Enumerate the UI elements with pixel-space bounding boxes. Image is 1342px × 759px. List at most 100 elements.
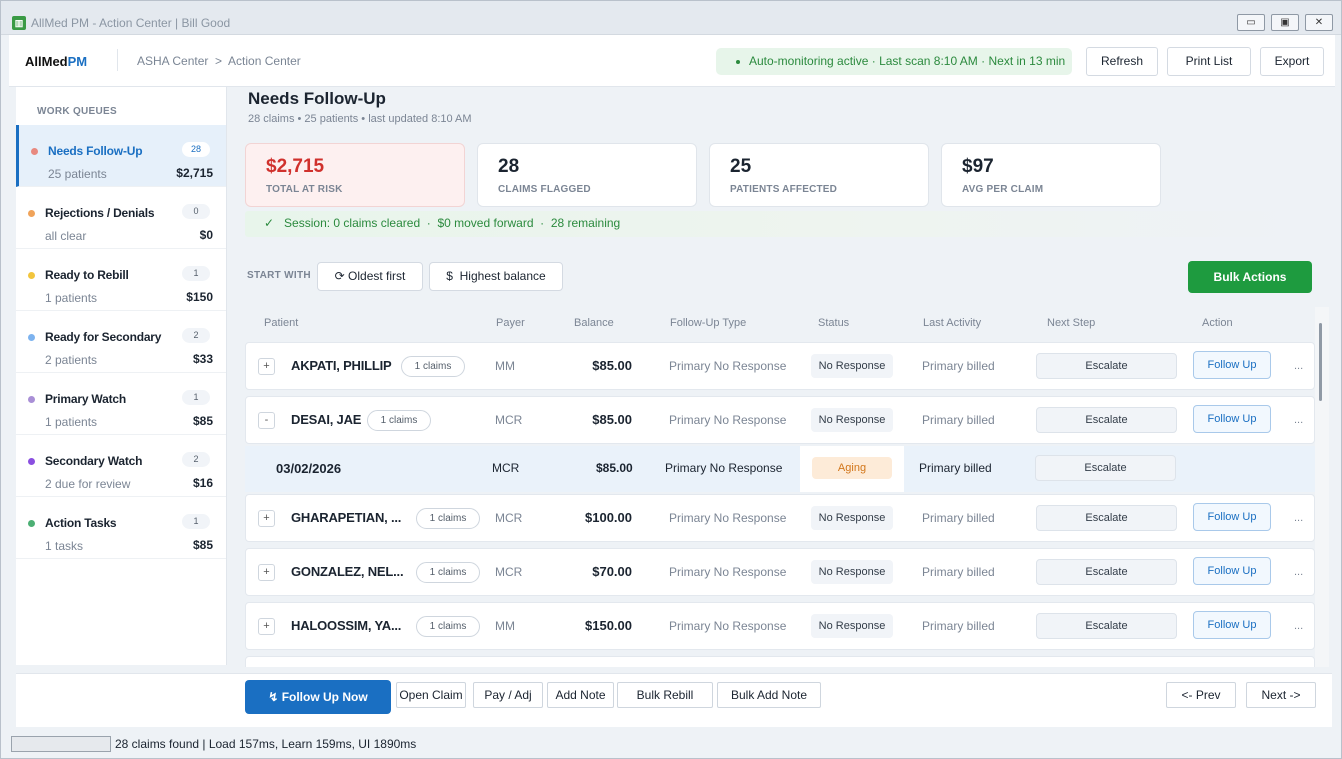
follow-up-now-button[interactable]: ↯ Follow Up Now xyxy=(245,680,391,714)
queue-item[interactable]: Action Tasks 1 tasks 1 $85 xyxy=(16,497,226,559)
export-button[interactable]: Export xyxy=(1260,47,1324,76)
patient-name[interactable]: HALOOSSIM, YA... xyxy=(291,618,401,633)
queue-sub: 25 patients xyxy=(48,167,107,181)
queue-item[interactable]: Primary Watch 1 patients 1 $85 xyxy=(16,373,226,435)
expand-toggle[interactable]: + xyxy=(258,618,275,635)
follow-up-button[interactable]: Follow Up xyxy=(1193,405,1271,433)
detail-date: 03/02/2026 xyxy=(276,461,342,476)
follow-up-button[interactable]: Follow Up xyxy=(1193,557,1271,585)
follow-up-type-cell: Primary No Response xyxy=(669,619,787,633)
minimize-icon[interactable]: ▭ xyxy=(1237,14,1265,31)
queue-item[interactable]: Needs Follow-Up 25 patients 28 $2,715 xyxy=(16,125,226,187)
payer-cell: MCR xyxy=(495,565,523,579)
more-options-icon[interactable]: ... xyxy=(1294,414,1303,426)
bulk-add-note-button[interactable]: Bulk Add Note xyxy=(717,682,821,708)
next-page-button[interactable]: Next -> xyxy=(1246,682,1316,708)
table-scrollbar[interactable] xyxy=(1315,307,1329,667)
window-title: AllMed PM - Action Center | Bill Good xyxy=(31,16,231,30)
queue-dot-icon xyxy=(31,148,38,155)
load-progress-bar xyxy=(11,736,111,752)
balance-cell: $85.00 xyxy=(592,358,632,373)
escalate-button[interactable]: Escalate xyxy=(1036,407,1177,433)
stat-value: 28 xyxy=(498,156,520,177)
follow-up-button[interactable]: Follow Up xyxy=(1193,351,1271,379)
app-header: AllMedPM ASHA Center > Action Center Aut… xyxy=(9,35,1335,87)
table-row[interactable]: + GHARAPETIAN, ... 1 claims MCR $100.00 Prima… xyxy=(245,494,1315,542)
table-row[interactable]: + HALOOSSIM, YA... 1 claims MM $150.00 Primar… xyxy=(245,602,1315,650)
escalate-button[interactable]: Escalate xyxy=(1036,505,1177,531)
queue-amount: $16 xyxy=(192,476,213,490)
queue-count-badge: 2 xyxy=(182,328,210,343)
escalate-button[interactable]: Escalate xyxy=(1036,353,1177,379)
add-note-button[interactable]: Add Note xyxy=(547,682,614,708)
queue-dot-icon xyxy=(28,396,35,403)
escalate-button[interactable]: Escalate xyxy=(1036,559,1177,585)
open-claim-button[interactable]: Open Claim xyxy=(396,682,466,708)
queue-sub: 1 patients xyxy=(45,291,98,305)
claim-detail-row[interactable]: 03/02/2026 MCR $85.00 Primary No Respons… xyxy=(245,446,1315,492)
escalate-button[interactable]: Escalate xyxy=(1036,613,1177,639)
table-row[interactable]: + GONZALEZ, NEL... 1 claims MCR $70.00 Primar… xyxy=(245,548,1315,596)
queue-sub: 2 patients xyxy=(45,353,98,367)
status-badge: No Response xyxy=(811,354,893,378)
close-icon[interactable]: ✕ xyxy=(1305,14,1333,31)
more-options-icon[interactable]: ... xyxy=(1294,566,1303,578)
patient-name[interactable]: AKPATI, PHILLIP xyxy=(291,358,392,373)
expand-toggle[interactable]: + xyxy=(258,510,275,527)
queue-item[interactable]: Secondary Watch 2 due for review 2 $16 xyxy=(16,435,226,497)
claims-badge[interactable]: 1 claims xyxy=(416,616,480,637)
follow-up-type-cell: Primary No Response xyxy=(669,359,787,373)
follow-up-button[interactable]: Follow Up xyxy=(1193,611,1271,639)
claims-badge[interactable]: 1 claims xyxy=(416,562,480,583)
more-options-icon[interactable]: ... xyxy=(1294,360,1303,372)
expand-toggle[interactable]: - xyxy=(258,412,275,429)
stat-patients-affected: 25 PATIENTS AFFECTED xyxy=(709,143,929,207)
queue-amount: $2,715 xyxy=(176,166,213,180)
monitor-last-scan: Last scan 8:10 AM xyxy=(879,54,978,68)
payer-cell: MCR xyxy=(495,511,523,525)
queue-item[interactable]: Ready to Rebill 1 patients 1 $150 xyxy=(16,249,226,311)
more-options-icon[interactable]: ... xyxy=(1294,512,1303,524)
prev-page-button[interactable]: <- Prev xyxy=(1166,682,1236,708)
follow-up-button[interactable]: Follow Up xyxy=(1193,503,1271,531)
stat-avg-per-claim: $97 AVG PER CLAIM xyxy=(941,143,1161,207)
sidebar-heading: WORK QUEUES xyxy=(37,106,117,117)
queue-dot-icon xyxy=(28,210,35,217)
detail-escalate-button[interactable]: Escalate xyxy=(1035,455,1176,481)
patient-name[interactable]: DESAI, JAE xyxy=(291,412,361,427)
claims-badge[interactable]: 1 claims xyxy=(416,508,480,529)
page-subtitle: 28 claims • 25 patients • last updated 8… xyxy=(248,113,472,125)
pay-adj-button[interactable]: Pay / Adj xyxy=(473,682,543,708)
queue-count-badge: 2 xyxy=(182,452,210,467)
queue-count-badge: 1 xyxy=(182,514,210,529)
more-options-icon[interactable]: ... xyxy=(1294,620,1303,632)
oldest-first-button[interactable]: ⟳ Oldest first xyxy=(317,262,423,291)
follow-up-now-label: Follow Up Now xyxy=(281,690,368,704)
patient-name[interactable]: GONZALEZ, NEL... xyxy=(291,564,404,579)
queue-item[interactable]: Rejections / Denials all clear 0 $0 xyxy=(16,187,226,249)
expand-toggle[interactable]: + xyxy=(258,358,275,375)
status-badge: No Response xyxy=(811,614,893,638)
app-logo: AllMedPM xyxy=(25,54,87,69)
detail-balance: $85.00 xyxy=(596,461,633,475)
balance-cell: $150.00 xyxy=(585,618,632,633)
payer-cell: MCR xyxy=(495,413,523,427)
queue-item[interactable]: Ready for Secondary 2 patients 2 $33 xyxy=(16,311,226,373)
refresh-button[interactable]: Refresh xyxy=(1086,47,1158,76)
patient-name[interactable]: GHARAPETIAN, ... xyxy=(291,510,401,525)
bulk-rebill-button[interactable]: Bulk Rebill xyxy=(617,682,713,708)
print-list-button[interactable]: Print List xyxy=(1167,47,1251,76)
expand-toggle[interactable]: + xyxy=(258,564,275,581)
maximize-icon[interactable]: ▣ xyxy=(1271,14,1299,31)
claims-badge[interactable]: 1 claims xyxy=(367,410,431,431)
claims-badge[interactable]: 1 claims xyxy=(401,356,465,377)
scrollbar-thumb[interactable] xyxy=(1319,323,1322,401)
stat-value: $2,715 xyxy=(266,156,325,177)
table-row[interactable]: + AKPATI, PHILLIP 1 claims MM $85.00 Primary … xyxy=(245,342,1315,390)
table-row[interactable]: - DESAI, JAE 1 claims MCR $85.00 Primary No R… xyxy=(245,396,1315,444)
queue-amount: $85 xyxy=(192,538,213,552)
table-row-partial[interactable] xyxy=(245,656,1315,667)
highest-balance-button[interactable]: $ Highest balance xyxy=(429,262,563,291)
bulk-actions-button[interactable]: Bulk Actions xyxy=(1188,261,1312,293)
follow-up-type-cell: Primary No Response xyxy=(669,413,787,427)
